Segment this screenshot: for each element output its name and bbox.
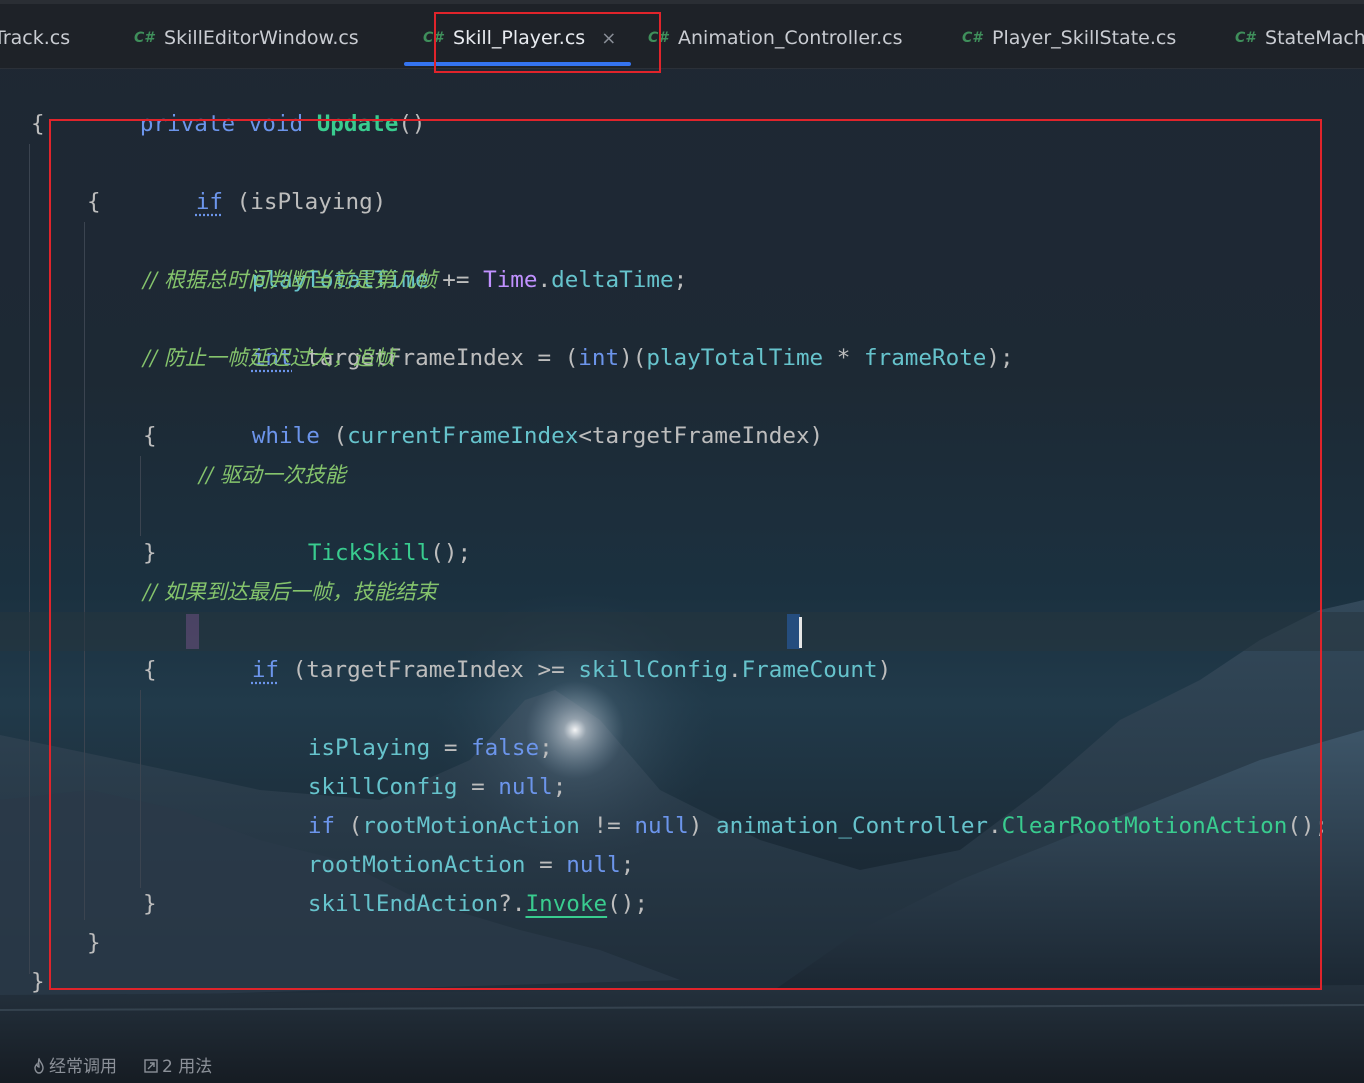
tab-state-machine-cs[interactable]: C# StateMach bbox=[1235, 18, 1364, 58]
csharp-file-icon: C# bbox=[962, 30, 983, 46]
code-vision-hints: 经常调用 2 用法 bbox=[0, 1046, 1364, 1083]
usages-icon bbox=[144, 1059, 158, 1073]
tab-bar-top-border bbox=[0, 0, 1364, 4]
tab-label: Animation_Controller.cs bbox=[678, 27, 903, 49]
tab-skill-editor-window-cs[interactable]: C# SkillEditorWindow.cs bbox=[134, 18, 359, 58]
annotation-box-code bbox=[49, 119, 1322, 990]
flame-icon bbox=[34, 1056, 44, 1074]
tab-animation-controller-cs[interactable]: C# Animation_Controller.cs bbox=[648, 18, 902, 58]
tab-label: SkillEditorWindow.cs bbox=[164, 27, 359, 49]
tab-label: StateMach bbox=[1265, 27, 1364, 49]
tab-label: Player_SkillState.cs bbox=[992, 27, 1177, 49]
code-line-1: private void Update() bbox=[139, 111, 426, 137]
usages-hint[interactable]: 2 用法 bbox=[144, 1052, 212, 1077]
tab-track-cs[interactable]: Track.cs bbox=[0, 18, 70, 58]
csharp-file-icon: C# bbox=[134, 30, 155, 46]
ide-window: Track.cs C# SkillEditorWindow.cs C# Skil… bbox=[0, 0, 1364, 1083]
frequently-called-hint[interactable]: 经常调用 bbox=[33, 1052, 117, 1077]
annotation-box-tab bbox=[434, 12, 661, 73]
tab-player-skill-state-cs[interactable]: C# Player_SkillState.cs bbox=[962, 18, 1176, 58]
editor-tab-bar: Track.cs C# SkillEditorWindow.cs C# Skil… bbox=[0, 0, 1364, 69]
csharp-file-icon: C# bbox=[1235, 30, 1256, 46]
tab-label: Track.cs bbox=[0, 27, 71, 49]
